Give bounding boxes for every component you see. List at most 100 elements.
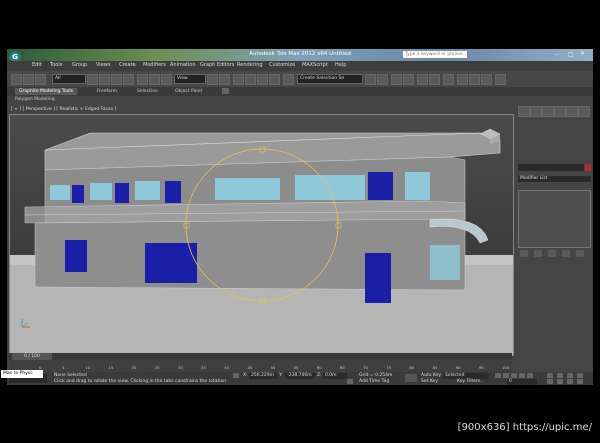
key-icon[interactable] [405, 374, 417, 382]
material-editor-icon[interactable] [443, 74, 454, 85]
show-end-result-icon[interactable] [534, 250, 542, 257]
zoom-icon[interactable] [547, 373, 553, 378]
mirror-icon[interactable] [365, 74, 376, 85]
create-tab-icon[interactable] [518, 106, 530, 117]
auto-key-button[interactable]: Auto Key [421, 373, 441, 378]
render-production-icon[interactable] [481, 74, 492, 85]
scale-icon[interactable] [161, 74, 172, 85]
window-crossing-icon[interactable] [123, 74, 134, 85]
x-coord-field[interactable]: 256.229m [249, 373, 277, 379]
teapot-icon[interactable] [495, 74, 506, 85]
menu-graph-editors[interactable]: Graph Editors [200, 62, 234, 68]
tab-selection[interactable]: Selection [137, 88, 158, 95]
display-tab-icon[interactable] [566, 106, 578, 117]
modify-tab-icon[interactable] [530, 106, 542, 117]
select-object-icon[interactable] [87, 74, 98, 85]
menu-edit[interactable]: Edit [32, 62, 42, 68]
maximize-icon[interactable]: □ [568, 51, 576, 58]
schematic-view-icon[interactable] [429, 74, 440, 85]
menu-create[interactable]: Create [119, 62, 136, 68]
add-time-tag-icon[interactable] [347, 379, 353, 384]
set-key-button[interactable]: Set Key [421, 379, 438, 384]
menu-tools[interactable]: Tools [50, 62, 62, 68]
angle-snap-icon[interactable] [245, 74, 256, 85]
menu-help[interactable]: Help [335, 62, 346, 68]
play-icon[interactable] [511, 373, 517, 378]
tab-object-paint[interactable]: Object Paint [175, 88, 202, 95]
goto-start-icon[interactable] [495, 373, 501, 378]
ref-coord-dropdown[interactable]: View [174, 74, 206, 84]
z-coord-field[interactable]: 0.0m [323, 373, 347, 379]
snap-toggle-icon[interactable] [233, 74, 244, 85]
rect-region-icon[interactable] [111, 74, 122, 85]
next-frame-icon[interactable] [519, 373, 525, 378]
lock-selection-icon[interactable] [233, 373, 239, 378]
zoom-all-icon[interactable] [557, 373, 563, 378]
selection-filter-dropdown[interactable]: All [52, 74, 86, 84]
undo-icon[interactable] [11, 74, 22, 85]
object-name-field[interactable] [518, 164, 584, 171]
prev-frame-icon[interactable] [503, 373, 509, 378]
pivot-icon[interactable] [207, 74, 218, 85]
tab-freeform[interactable]: Freeform [97, 88, 117, 95]
add-time-tag[interactable]: Add Time Tag [359, 379, 389, 384]
rendered-frame-icon[interactable] [469, 74, 480, 85]
select-by-name-icon[interactable] [99, 74, 110, 85]
time-slider-thumb[interactable]: 0 / 100 [12, 353, 52, 360]
y-coord-field[interactable]: -238.746m [285, 373, 315, 379]
ribbon-toggle-icon[interactable] [222, 88, 229, 94]
layer-manager-icon[interactable] [391, 74, 402, 85]
pin-stack-icon[interactable] [520, 250, 528, 257]
zoom-extents-all-icon[interactable] [577, 373, 583, 378]
menu-customize[interactable]: Customize [269, 62, 295, 68]
object-color-swatch[interactable] [585, 164, 591, 171]
maximize-viewport-icon[interactable] [577, 379, 583, 384]
named-selection-dropdown[interactable]: Create Selection Se [297, 74, 363, 84]
track-bar[interactable]: 0 5 10 15 20 25 30 35 40 45 50 55 60 65 70 75 80 85 90 95 10… [9, 360, 512, 372]
align-icon[interactable] [377, 74, 388, 85]
remove-modifier-icon[interactable] [562, 250, 570, 257]
modifier-stack[interactable] [518, 190, 591, 248]
menu-rendering[interactable]: Rendering [237, 62, 263, 68]
search-input[interactable]: Type a keyword or phrase [403, 51, 467, 58]
maxscript-listener-text[interactable]: Max to Physc [1, 370, 43, 378]
menu-views[interactable]: Views [96, 62, 110, 68]
current-frame-field[interactable]: 0 [507, 379, 537, 385]
orbit-icon[interactable] [567, 379, 573, 384]
timeline-tick: 40 [224, 365, 230, 370]
upper-blue-1 [72, 185, 84, 203]
make-unique-icon[interactable] [548, 250, 556, 257]
redo-icon[interactable] [23, 74, 34, 85]
link-icon[interactable] [35, 74, 46, 85]
menu-animation[interactable]: Animation [170, 62, 196, 68]
menu-maxscript[interactable]: MAXScript [302, 62, 328, 68]
utilities-tab-icon[interactable] [578, 106, 590, 117]
percent-snap-icon[interactable] [257, 74, 268, 85]
motion-tab-icon[interactable] [554, 106, 566, 117]
menu-group[interactable]: Group [72, 62, 87, 68]
move-icon[interactable] [137, 74, 148, 85]
edit-named-sel-icon[interactable] [283, 74, 294, 85]
pan-icon[interactable] [557, 379, 563, 384]
fov-icon[interactable] [547, 379, 553, 384]
zoom-extents-icon[interactable] [567, 373, 573, 378]
tab-graphite-modeling[interactable]: Graphite Modeling Tools [15, 88, 78, 95]
configure-sets-icon[interactable] [576, 250, 584, 257]
rotate-icon[interactable] [149, 74, 160, 85]
spinner-snap-icon[interactable] [269, 74, 280, 85]
close-icon[interactable]: × [580, 50, 588, 57]
hierarchy-tab-icon[interactable] [542, 106, 554, 117]
curve-editor-icon[interactable] [417, 74, 428, 85]
time-slider[interactable]: 0 / 100 [9, 353, 512, 360]
key-filters-button[interactable]: Key Filters... [457, 379, 484, 384]
polygon-modeling-panel[interactable]: Polygon Modeling [15, 96, 55, 103]
menu-modifiers[interactable]: Modifiers [143, 62, 166, 68]
goto-end-icon[interactable] [527, 373, 533, 378]
graphite-toggle-icon[interactable] [403, 74, 414, 85]
select-manipulate-icon[interactable] [219, 74, 230, 85]
modifier-list-dropdown[interactable]: Modifier List [518, 176, 591, 182]
perspective-viewport[interactable] [9, 114, 514, 356]
render-setup-icon[interactable] [457, 74, 468, 85]
minimize-icon[interactable]: – [555, 51, 563, 58]
viewport-label[interactable]: [ + ] [ Perspective ] [ Realistic + Edge… [11, 107, 116, 112]
